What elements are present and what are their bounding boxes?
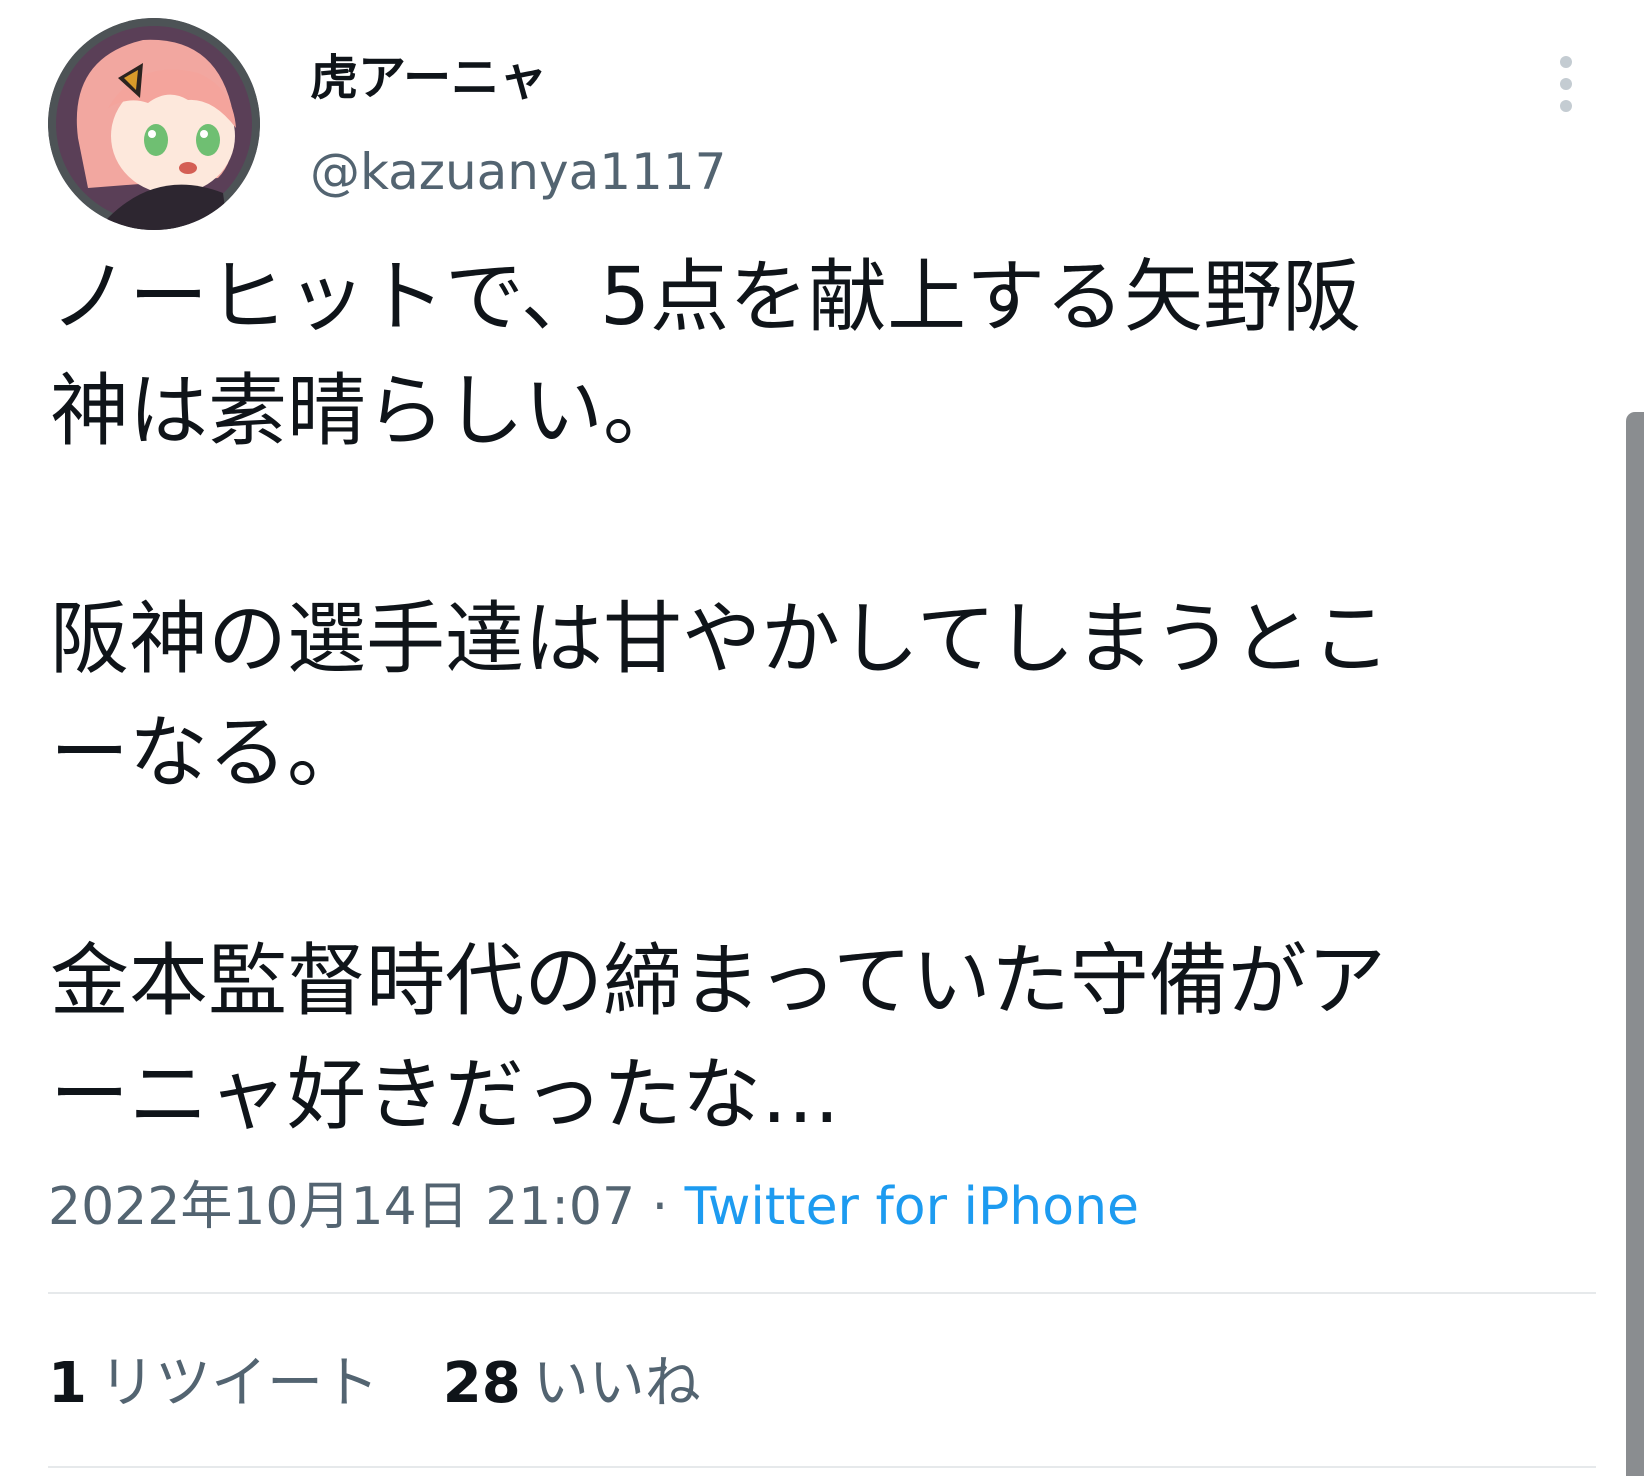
retweets-stat[interactable]: 1 リツイート <box>48 1346 379 1422</box>
user-handle[interactable]: @kazuanya1117 <box>310 140 726 204</box>
avatar[interactable] <box>48 18 260 230</box>
tweet-stats: 1 リツイート 28 いいね <box>48 1346 747 1422</box>
likes-label: いいね <box>532 1351 701 1416</box>
tweet-line: ーニャ好きだったな… <box>50 1049 840 1141</box>
divider <box>48 1292 1596 1294</box>
tweet-line: ーなる。 <box>50 707 366 799</box>
tweet-line: 神は素晴らしい。 <box>50 365 682 457</box>
avatar-image <box>48 18 260 230</box>
retweets-label: リツイート <box>98 1351 379 1416</box>
tweet-text: ノーヒットで、5点を献上する矢野阪 神は素晴らしい。 阪神の選手達は甘やかしてし… <box>50 240 1610 1152</box>
retweets-count: 1 <box>48 1351 87 1416</box>
tweet-line: 阪神の選手達は甘やかしてしまうとこ <box>50 593 1391 685</box>
display-name[interactable]: 虎アーニャ <box>310 46 547 110</box>
more-options-icon[interactable] <box>1536 50 1596 120</box>
tweet-line: ノーヒットで、5点を献上する矢野阪 <box>50 251 1362 343</box>
likes-stat[interactable]: 28 いいね <box>443 1346 701 1422</box>
tweet-meta: 2022年10月14日 21:07 · Twitter for iPhone <box>48 1172 1139 1242</box>
meta-separator: · <box>635 1177 685 1237</box>
divider <box>48 1466 1596 1468</box>
likes-count: 28 <box>442 1351 521 1416</box>
tweet-timestamp[interactable]: 2022年10月14日 21:07 <box>48 1177 635 1237</box>
scrollbar[interactable] <box>1626 412 1644 1476</box>
tweet-line: 金本監督時代の締まっていた守備がア <box>50 935 1386 1027</box>
tweet-source-link[interactable]: Twitter for iPhone <box>685 1177 1139 1237</box>
